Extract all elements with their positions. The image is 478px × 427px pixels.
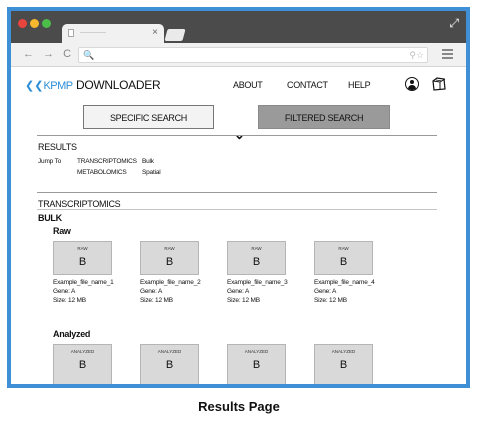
user-icon[interactable] [405,77,419,91]
file-gene: Gene: A [314,288,337,295]
section-divider [37,135,437,136]
file-type-tag: RAW [164,246,175,251]
file-letter: B [339,256,348,268]
section-underline [37,209,437,210]
file-type-tag: ANALYZED [70,349,95,354]
screenshot-frame: × ⤢ ← → C ⌂ 🔍 ⚲☆ ❮❮KPMP DOWNLOADER ABOUT… [7,7,470,388]
browser-titlebar: × ⤢ [11,11,466,43]
file-name[interactable]: Example_file_name_3 [227,279,288,288]
jump-link-metabolomics[interactable]: METABOLOMICS [77,169,127,177]
file-thumbnail[interactable]: RAW B [314,241,373,275]
figure-caption: Results Page [198,399,280,414]
browser-window: × ⤢ ← → C ⌂ 🔍 ⚲☆ ❮❮KPMP DOWNLOADER ABOUT… [11,11,466,384]
search-icon: 🔍 [83,50,95,60]
file-letter: B [252,256,261,268]
maximize-window-button[interactable] [42,19,51,28]
file-size: Size: 12 MB [140,297,173,304]
bulk-subtitle: BULK [38,213,62,223]
logo-org-text: KPMP [43,80,73,92]
raw-heading: Raw [53,226,71,236]
file-letter: B [339,359,348,371]
file-thumbnail[interactable]: ANALYZED B [53,344,112,384]
file-thumbnail[interactable]: ANALYZED B [227,344,286,384]
minimize-window-button[interactable] [30,19,39,28]
jump-link-bulk[interactable]: Bulk [142,158,154,166]
file-type-tag: ANALYZED [331,349,356,354]
address-bar[interactable]: 🔍 ⚲☆ [78,47,428,63]
file-letter: B [78,256,87,268]
page-icon [68,29,74,37]
nav-contact-link[interactable]: CONTACT [287,80,328,91]
file-size: Size: 12 MB [53,297,86,304]
file-type-tag: RAW [251,246,262,251]
cart-icon[interactable] [431,76,447,92]
file-type-tag: ANALYZED [244,349,269,354]
file-letter: B [78,359,87,371]
file-letter: B [252,359,261,371]
file-thumbnail[interactable]: RAW B [140,241,199,275]
logo-mark-icon: ❮❮ [25,80,44,92]
file-thumbnail[interactable]: RAW B [227,241,286,275]
browser-menu-icon[interactable] [442,49,453,61]
analyzed-heading: Analyzed [53,329,91,339]
file-name[interactable]: Example_file_name_2 [140,279,201,288]
filtered-search-button[interactable]: FILTERED SEARCH [258,105,390,129]
browser-tab[interactable]: × [62,24,164,43]
file-gene: Gene: A [227,288,250,295]
nav-help-link[interactable]: HELP [348,80,371,91]
results-title: RESULTS [38,142,77,152]
file-letter: B [165,256,174,268]
file-name[interactable]: Example_file_name_1 [53,279,114,288]
file-size: Size: 12 MB [227,297,260,304]
file-gene: Gene: A [53,288,76,295]
logo-app-text: DOWNLOADER [75,78,161,92]
file-thumbnail[interactable]: RAW B [53,241,112,275]
app-header: ❮❮KPMP DOWNLOADER ABOUT CONTACT HELP [11,67,466,97]
file-gene: Gene: A [140,288,163,295]
jump-link-transcriptomics[interactable]: TRANSCRIPTOMICS [77,158,137,166]
file-type-tag: RAW [77,246,88,251]
file-thumbnail[interactable]: ANALYZED B [314,344,373,384]
new-tab-button[interactable] [164,29,186,41]
file-type-tag: ANALYZED [157,349,182,354]
file-size: Size: 12 MB [314,297,347,304]
file-letter: B [165,359,174,371]
zoom-star-icons[interactable]: ⚲☆ [409,49,424,61]
close-window-button[interactable] [18,19,27,28]
nav-about-link[interactable]: ABOUT [233,80,263,91]
file-name[interactable]: Example_file_name_4 [314,279,375,288]
browser-toolbar: ← → C ⌂ 🔍 ⚲☆ [11,43,466,67]
jump-to-label: Jump To [38,158,62,165]
section-divider [37,192,437,193]
file-type-tag: RAW [338,246,349,251]
file-thumbnail[interactable]: ANALYZED B [140,344,199,384]
tab-close-icon[interactable]: × [152,27,158,39]
specific-search-button[interactable]: SPECIFIC SEARCH [83,105,214,129]
expand-icon[interactable]: ⤢ [449,17,459,29]
jump-link-spatial[interactable]: Spatial [142,169,161,177]
tab-title-placeholder [80,32,106,33]
app-logo[interactable]: ❮❮KPMP DOWNLOADER [25,78,161,93]
